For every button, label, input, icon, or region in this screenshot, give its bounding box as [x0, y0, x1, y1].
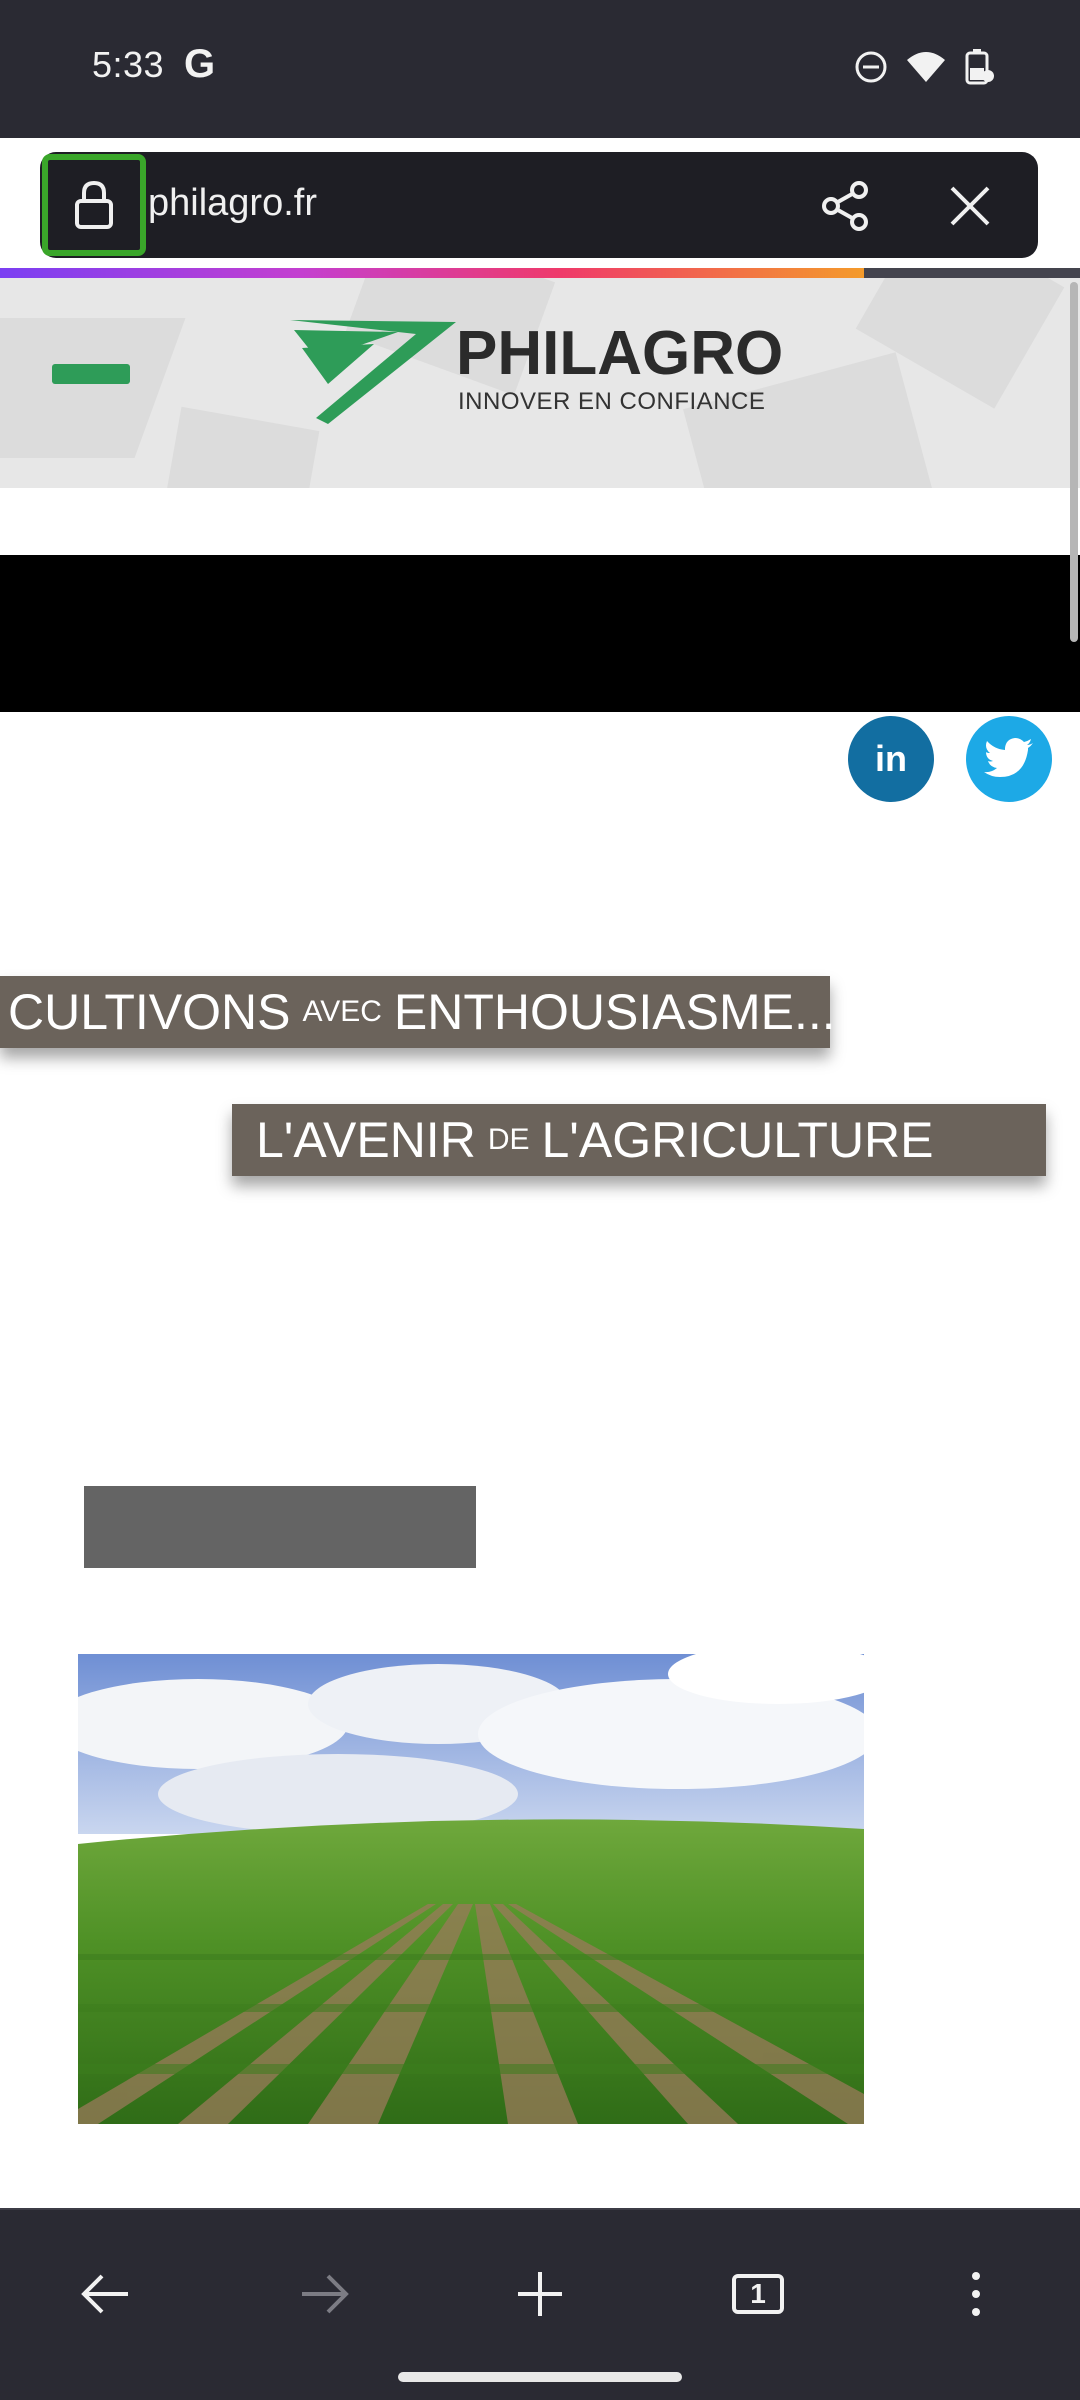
vineyard-photo: [78, 1654, 864, 2124]
share-button[interactable]: [814, 174, 878, 238]
placeholder-block: [84, 1486, 476, 1568]
hamburger-menu-button[interactable]: [52, 364, 130, 384]
status-icons: [854, 48, 994, 86]
page-load-progress: [0, 268, 1080, 278]
battery-saver-icon: [965, 49, 994, 85]
forward-arrow-icon: [302, 2274, 349, 2314]
new-tab-button[interactable]: [490, 2244, 590, 2344]
url-bar[interactable]: philagro.fr: [40, 152, 1038, 258]
philagro-logo[interactable]: PHILAGRO INNOVER EN CONFIANCE: [288, 314, 798, 424]
tab-count: 1: [732, 2274, 784, 2314]
linkedin-button[interactable]: in: [848, 716, 934, 802]
logo-mark-icon: [290, 320, 456, 424]
close-icon: [950, 186, 990, 226]
logo-tagline: INNOVER EN CONFIANCE: [458, 388, 766, 415]
status-time: 5:33: [92, 44, 165, 85]
page-scrollbar[interactable]: [1070, 282, 1078, 642]
slogan-line-1-part-2: ENTHOUSIASME...: [393, 984, 836, 1040]
slogan-line-2-connector: DE: [487, 1123, 530, 1156]
twitter-button[interactable]: [966, 716, 1052, 802]
back-button[interactable]: [56, 2244, 156, 2344]
dnd-icon: [855, 51, 887, 83]
slogan-line-2-part-2: L'AGRICULTURE: [541, 1112, 934, 1168]
plus-icon: [518, 2272, 562, 2316]
site-info-button[interactable]: [42, 154, 146, 256]
video-banner: [0, 555, 1080, 712]
bottom-toolbar: 1: [0, 2208, 1080, 2400]
close-button[interactable]: [938, 174, 1002, 238]
share-icon: [822, 181, 868, 231]
web-page: PHILAGRO INNOVER EN CONFIANCE in CULTIVO…: [0, 278, 1080, 2208]
slogan-line-1-connector: AVEC: [302, 995, 382, 1028]
status-bar: 5:33 G: [0, 0, 1080, 138]
slogan-line-2-part-1: L'AVENIR: [256, 1112, 476, 1168]
google-icon: G: [184, 42, 216, 86]
forward-button[interactable]: [274, 2244, 374, 2344]
slogan-line-1-part-1: CULTIVONS: [8, 984, 291, 1040]
site-header: PHILAGRO INNOVER EN CONFIANCE: [0, 278, 1080, 488]
slogan-line-1: CULTIVONS AVEC ENTHOUSIASME...: [0, 976, 836, 1048]
more-vert-icon: [972, 2272, 980, 2316]
more-menu-button[interactable]: [926, 2244, 1026, 2344]
twitter-bird-icon: [984, 738, 1033, 777]
slogan-line-2: L'AVENIR DE L'AGRICULTURE: [232, 1104, 1046, 1176]
home-indicator[interactable]: [398, 2372, 682, 2382]
page-load-progress-fill: [0, 268, 864, 278]
wifi-icon: [907, 52, 945, 82]
linkedin-icon: in: [875, 738, 907, 779]
logo-name: PHILAGRO: [456, 319, 784, 388]
tab-switcher-button[interactable]: 1: [708, 2244, 808, 2344]
back-arrow-icon: [81, 2274, 128, 2314]
url-text[interactable]: philagro.fr: [148, 182, 317, 225]
lock-icon: [75, 180, 113, 229]
